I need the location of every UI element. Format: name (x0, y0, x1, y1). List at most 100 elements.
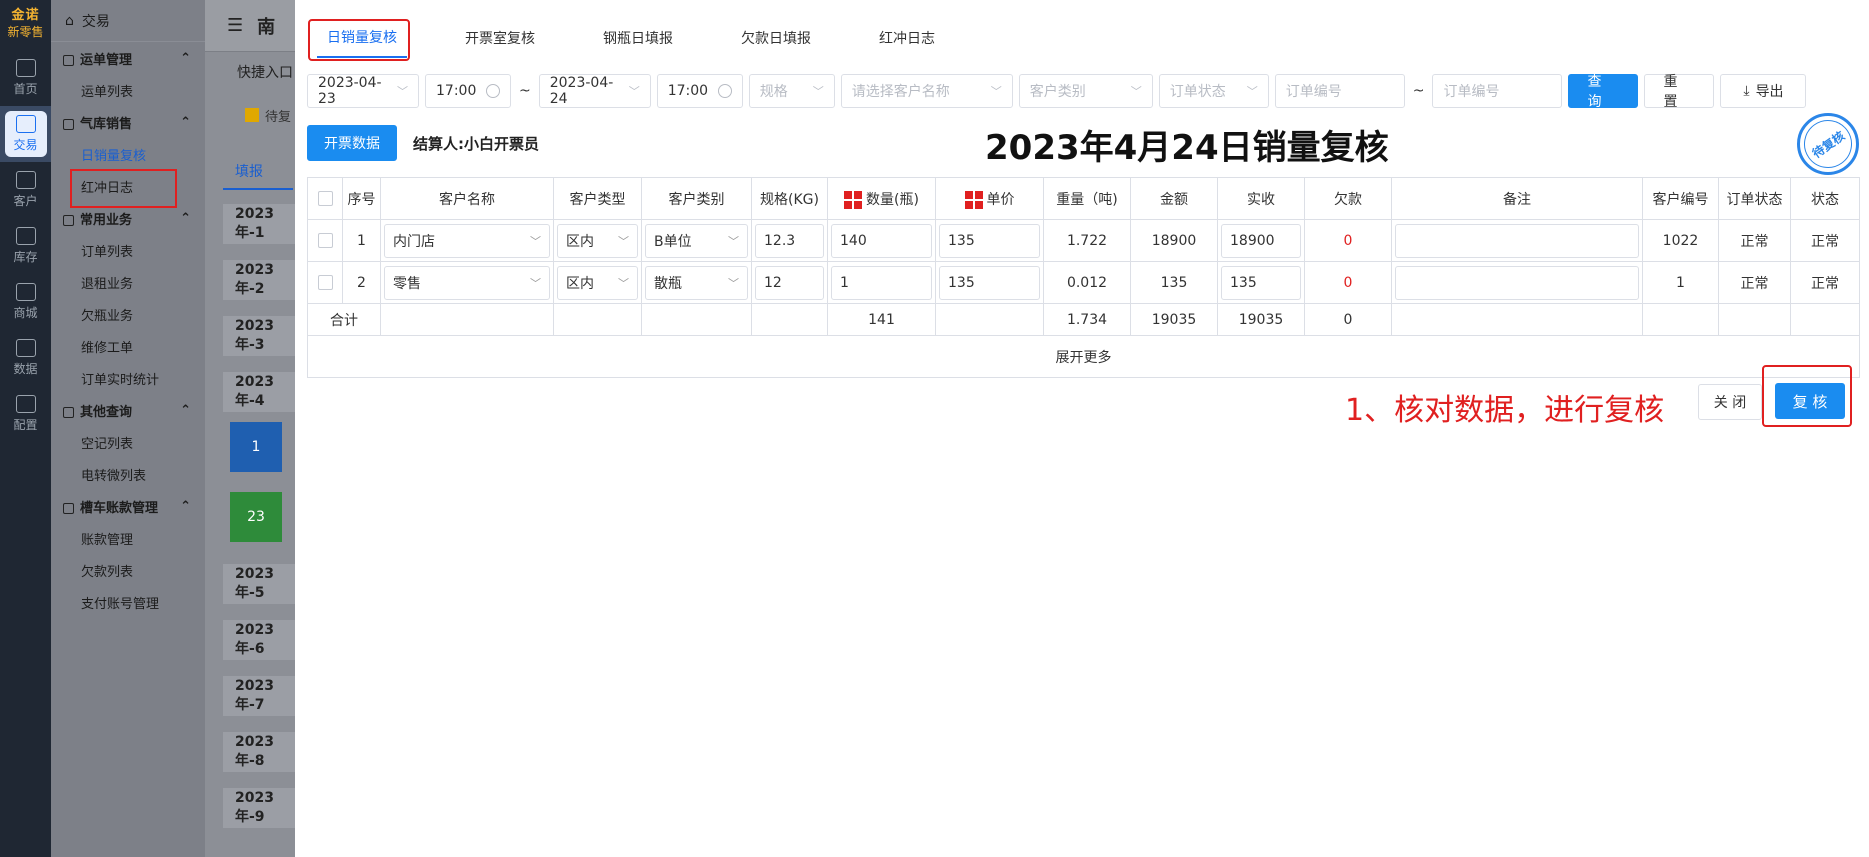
received-input[interactable]: 18900 (1221, 223, 1301, 258)
order-no-to-input[interactable]: 订单编号 (1432, 74, 1563, 108)
background-tab-fill[interactable]: 填报 (223, 154, 293, 190)
select-all-cell[interactable] (307, 177, 343, 220)
chevron-up-icon: ⌃ (180, 210, 191, 226)
cell-debt: 0 (1304, 219, 1392, 262)
menu-item-owed-bottle[interactable]: 欠瓶业务 (51, 298, 205, 330)
date-row[interactable]: 2023年-5 (223, 564, 295, 604)
rail-item-customer[interactable]: 客户 (0, 162, 51, 218)
order-status-select[interactable]: 订单状态 ﹀ (1158, 74, 1269, 108)
cell-status: 正常 (1790, 219, 1860, 262)
cell-no: 1 (342, 219, 381, 262)
cell-price: 135 (935, 219, 1044, 262)
batch-edit-icon[interactable] (964, 190, 983, 209)
menu-group-other[interactable]: 其他查询 ⌃ (51, 394, 205, 426)
menu-item-daily-review[interactable]: 日销量复核 (51, 138, 205, 170)
qty-input[interactable]: 1 (831, 265, 932, 300)
menu-group-tanker[interactable]: 槽车账款管理 ⌃ (51, 490, 205, 522)
rail-item-inventory[interactable]: 库存 (0, 218, 51, 274)
spec-select[interactable]: 规格 ﹀ (748, 74, 835, 108)
price-input[interactable]: 135 (939, 223, 1040, 258)
col-header: 客户类别 (641, 177, 752, 220)
customer-name-select[interactable]: 内门店 ﹀ (384, 223, 550, 258)
sum-empty (1718, 303, 1791, 336)
qty-input[interactable]: 140 (831, 223, 932, 258)
menu-fold-icon[interactable]: ☰ (227, 15, 243, 36)
menu-item-account[interactable]: 账款管理 (51, 522, 205, 554)
submenu-header: ⌂ 交易 (51, 0, 205, 42)
select-all-checkbox[interactable] (317, 191, 333, 206)
date-from-picker[interactable]: 2023-04-23 ﹀ (307, 74, 419, 108)
row-checkbox[interactable] (317, 275, 333, 290)
menu-item-repair[interactable]: 维修工单 (51, 330, 205, 362)
date-row[interactable]: 2023年-8 (223, 732, 295, 772)
chevron-up-icon: ⌃ (180, 114, 191, 130)
date-row[interactable]: 2023年-1 (223, 204, 295, 244)
export-button[interactable]: ⤓ 导出 (1720, 74, 1807, 108)
price-input[interactable]: 135 (939, 265, 1040, 300)
rail-item-mall[interactable]: 商城 (0, 274, 51, 330)
rail-item-config[interactable]: 配置 (0, 386, 51, 442)
sum-empty (380, 303, 554, 336)
cell-spec: 12.3 (751, 219, 828, 262)
spec-input[interactable]: 12.3 (755, 223, 824, 258)
note-input[interactable] (1395, 223, 1639, 258)
invoice-data-button[interactable]: 开票数据 (307, 125, 397, 161)
menu-item-waybill-list[interactable]: 运单列表 (51, 74, 205, 106)
sum-empty (641, 303, 752, 336)
chevron-up-icon: ⌃ (180, 498, 191, 514)
chevron-down-icon: ﹀ (397, 85, 408, 98)
query-button[interactable]: 查 询 (1568, 74, 1639, 110)
menu-item-pay-account[interactable]: 支付账号管理 (51, 586, 205, 618)
date-row[interactable]: 2023年-7 (223, 676, 295, 716)
date-row[interactable]: 2023年-4 (223, 372, 295, 412)
customer-type-select[interactable]: 区内 ﹀ (557, 223, 638, 258)
customer-category-select[interactable]: 客户类别 ﹀ (1018, 74, 1153, 108)
row-checkbox[interactable] (317, 233, 333, 248)
count-tile-green[interactable]: 23 (230, 492, 282, 542)
menu-item-empty-list[interactable]: 空记列表 (51, 426, 205, 458)
spec-input[interactable]: 12 (755, 265, 824, 300)
quick-entry[interactable]: 快捷入口 (205, 52, 295, 92)
time-from-picker[interactable]: 17:00 (425, 74, 511, 108)
menu-group-gas-sales[interactable]: 气库销售 ⌃ (51, 106, 205, 138)
rail-item-home[interactable]: 首页 (0, 50, 51, 106)
menu-group-waybill[interactable]: 运单管理 ⌃ (51, 42, 205, 74)
close-button[interactable]: 关 闭 (1698, 384, 1762, 420)
order-no-from-input[interactable]: 订单编号 (1274, 74, 1405, 108)
menu-item-order-list[interactable]: 订单列表 (51, 234, 205, 266)
reset-button[interactable]: 重 置 (1644, 74, 1715, 110)
customer-category-select[interactable]: 散瓶 ﹀ (645, 265, 748, 300)
date-to-picker[interactable]: 2023-04-24 ﹀ (538, 74, 651, 108)
date-row[interactable]: 2023年-2 (223, 260, 295, 300)
tab-invoice-room-review[interactable]: 开票室复核 (455, 18, 545, 58)
date-row[interactable]: 2023年-3 (223, 316, 295, 356)
batch-edit-icon[interactable] (844, 190, 863, 209)
note-input[interactable] (1395, 265, 1639, 300)
menu-item-order-stats[interactable]: 订单实时统计 (51, 362, 205, 394)
rail-item-data[interactable]: 数据 (0, 330, 51, 386)
time-to-picker[interactable]: 17:00 (656, 74, 743, 108)
received-input[interactable]: 135 (1221, 265, 1301, 300)
customer-category-select[interactable]: B单位 ﹀ (645, 223, 748, 258)
customer-name-select[interactable]: 零售 ﹀ (384, 265, 550, 300)
count-tile-blue[interactable]: 1 (230, 422, 282, 472)
menu-item-transfer-list[interactable]: 电转微列表 (51, 458, 205, 490)
customer-select[interactable]: 请选择客户名称 ﹀ (840, 74, 1013, 108)
tab-debt-daily[interactable]: 欠款日填报 (731, 18, 821, 58)
cell-note (1391, 261, 1643, 304)
store-icon (15, 283, 36, 301)
expand-more-link[interactable]: 展开更多 (307, 335, 1860, 378)
menu-item-return[interactable]: 退租业务 (51, 266, 205, 298)
col-header: 订单状态 (1718, 177, 1791, 220)
date-row[interactable]: 2023年-9 (223, 788, 295, 828)
tab-cylinder-daily[interactable]: 钢瓶日填报 (593, 18, 683, 58)
bag-icon (15, 115, 36, 133)
rail-item-trade[interactable]: 交易 (0, 106, 51, 162)
range-separator: ~ (1412, 83, 1425, 99)
cell-customer-name: 内门店 ﹀ (380, 219, 554, 262)
tab-red-log[interactable]: 红冲日志 (869, 18, 945, 58)
col-header-price: 单价 (935, 177, 1044, 220)
date-row[interactable]: 2023年-6 (223, 620, 295, 660)
menu-item-debt-list[interactable]: 欠款列表 (51, 554, 205, 586)
customer-type-select[interactable]: 区内 ﹀ (557, 265, 638, 300)
